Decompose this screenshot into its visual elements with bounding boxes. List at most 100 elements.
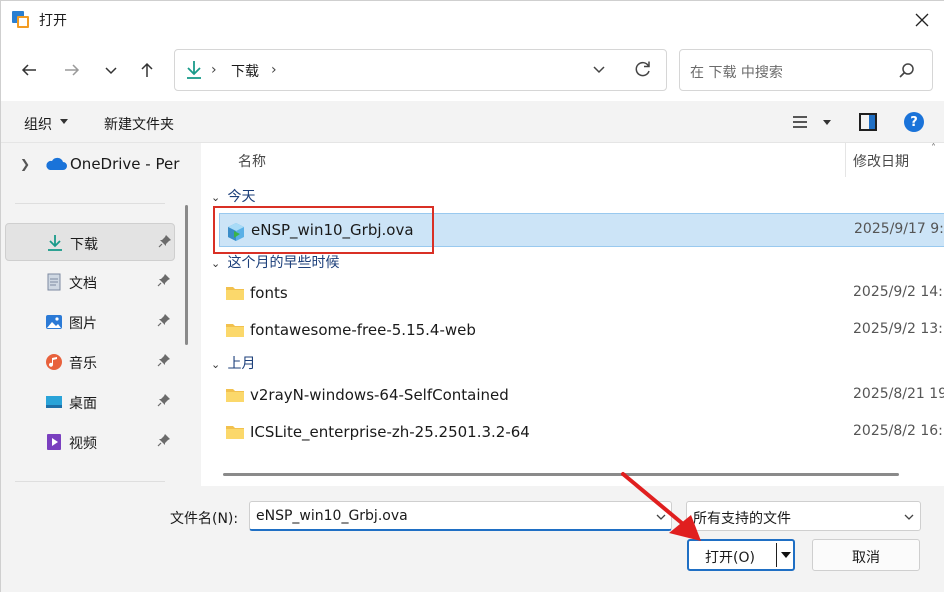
music-icon <box>46 354 62 370</box>
chevron-right-icon[interactable]: ❯ <box>20 157 30 171</box>
chevron-down-icon[interactable] <box>655 511 667 523</box>
sidebar-item-label: 文档 <box>69 276 97 292</box>
file-date: 2025/8/2 16: <box>853 423 943 439</box>
file-row[interactable]: ICSLite_enterprise-zh-25.2501.3.2-64 202… <box>219 416 944 450</box>
file-name: ICSLite_enterprise-zh-25.2501.3.2-64 <box>250 423 530 441</box>
sidebar-item-pictures[interactable]: 图片 <box>5 303 175 341</box>
back-button[interactable] <box>16 57 42 83</box>
group-header[interactable]: ⌄ 今天 <box>211 186 255 208</box>
file-list: 名称 修改日期 ˄ ⌄ 今天 eNSP_win10_Grbj.ova 2025/… <box>201 143 944 486</box>
dialog-footer: 文件名(N): eNSP_win10_Grbj.ova 所有支持的文件 打开(O… <box>1 486 944 592</box>
new-folder-button[interactable]: 新建文件夹 <box>104 114 174 134</box>
organize-button[interactable]: 组织 <box>24 114 52 134</box>
navigation-bar: › 下载 › 在 下载 中搜索 <box>1 39 944 101</box>
group-label: 上月 <box>227 356 256 372</box>
file-name: v2rayN-windows-64-SelfContained <box>250 386 509 404</box>
file-row[interactable]: fontawesome-free-5.15.4-web 2025/9/2 13: <box>219 314 944 348</box>
breadcrumb-folder[interactable]: 下载 <box>231 61 259 81</box>
column-header: 名称 修改日期 ˄ <box>201 143 944 177</box>
preview-pane-icon[interactable] <box>859 113 877 131</box>
sidebar-item-onedrive[interactable]: ❯ OneDrive - Per <box>1 151 197 179</box>
caret-down-icon <box>60 119 68 124</box>
sidebar-item-music[interactable]: 音乐 <box>5 343 175 381</box>
chevron-down-icon: ⌄ <box>211 358 221 371</box>
navigation-pane: ❯ OneDrive - Per 下载 文档 图片 音乐 桌面 视频 <box>1 143 197 486</box>
sidebar-item-label: 音乐 <box>69 356 97 372</box>
app-icon <box>12 11 29 28</box>
sidebar-item-label: OneDrive - Per <box>70 155 180 173</box>
up-button[interactable] <box>134 57 160 83</box>
address-dropdown-icon[interactable] <box>591 61 607 77</box>
file-row[interactable]: v2rayN-windows-64-SelfContained 2025/8/2… <box>219 379 944 413</box>
folder-icon <box>226 287 244 300</box>
sort-indicator-icon: ˄ <box>931 143 936 154</box>
help-icon[interactable]: ? <box>904 112 924 132</box>
sidebar-item-label: 视频 <box>69 436 97 452</box>
pin-icon <box>157 394 170 407</box>
video-icon <box>47 434 61 450</box>
search-input[interactable]: 在 下载 中搜索 <box>679 49 933 91</box>
breadcrumb-separator: › <box>271 62 277 78</box>
chevron-down-icon <box>105 67 117 75</box>
horizontal-scrollbar[interactable] <box>223 473 899 476</box>
sidebar-item-downloads[interactable]: 下载 <box>5 223 175 261</box>
folder-icon <box>226 389 244 402</box>
file-date: 2025/9/17 9: <box>854 221 944 237</box>
open-button-label: 打开(O) <box>705 550 755 566</box>
close-button[interactable] <box>909 9 935 31</box>
arrow-up-icon <box>141 62 153 77</box>
sidebar-scrollbar[interactable] <box>185 205 188 345</box>
pin-icon <box>158 235 171 248</box>
column-separator[interactable] <box>845 143 846 177</box>
filename-input[interactable]: eNSP_win10_Grbj.ova <box>249 501 672 531</box>
arrow-right-icon <box>65 64 80 76</box>
address-bar[interactable]: › 下载 › <box>174 49 667 91</box>
sidebar-item-videos[interactable]: 视频 <box>5 423 175 461</box>
open-button[interactable]: 打开(O) <box>687 539 795 571</box>
file-row[interactable]: fonts 2025/9/2 14: <box>219 277 944 311</box>
chevron-down-icon: ⌄ <box>211 257 221 270</box>
download-icon <box>48 235 62 251</box>
split-divider <box>776 543 777 567</box>
forward-button[interactable] <box>59 57 85 83</box>
cancel-button[interactable]: 取消 <box>812 539 920 571</box>
group-label: 今天 <box>227 189 256 205</box>
document-icon <box>47 273 61 291</box>
sidebar-item-label: 桌面 <box>69 396 97 412</box>
column-name[interactable]: 名称 <box>238 151 266 171</box>
search-icon <box>899 63 914 78</box>
group-header[interactable]: ⌄ 上月 <box>211 353 255 375</box>
sidebar-item-label: 下载 <box>70 237 98 253</box>
sidebar-item-documents[interactable]: 文档 <box>5 263 175 301</box>
group-header[interactable]: ⌄ 这个月的早些时候 <box>211 252 339 274</box>
pin-icon <box>157 314 170 327</box>
search-placeholder: 在 下载 中搜索 <box>690 65 783 81</box>
file-name: fonts <box>250 284 288 302</box>
group-label: 这个月的早些时候 <box>227 255 340 271</box>
pin-icon <box>157 434 170 447</box>
view-dropdown-icon[interactable] <box>823 120 831 125</box>
filetype-select[interactable]: 所有支持的文件 <box>686 501 921 531</box>
file-date: 2025/8/21 19 <box>853 386 944 402</box>
folder-icon <box>226 426 244 439</box>
column-date-modified[interactable]: 修改日期 <box>853 151 909 171</box>
view-options-icon[interactable] <box>792 115 808 129</box>
file-name: fontawesome-free-5.15.4-web <box>250 321 476 339</box>
chevron-down-icon <box>904 514 914 520</box>
annotation-highlight-box <box>213 206 434 254</box>
download-icon <box>187 61 201 79</box>
file-date: 2025/9/2 13: <box>853 321 943 337</box>
close-icon <box>915 13 929 27</box>
sidebar-item-label: 图片 <box>69 316 97 332</box>
breadcrumb-separator: › <box>211 62 217 78</box>
divider <box>15 481 165 482</box>
window-title: 打开 <box>39 13 67 29</box>
recent-locations-button[interactable] <box>98 57 124 83</box>
refresh-icon[interactable] <box>633 59 653 79</box>
filename-value: eNSP_win10_Grbj.ova <box>256 508 408 524</box>
file-date: 2025/9/2 14: <box>853 284 943 300</box>
sidebar-item-desktop[interactable]: 桌面 <box>5 383 175 421</box>
filetype-value: 所有支持的文件 <box>693 511 791 527</box>
open-dropdown-icon[interactable] <box>781 552 791 558</box>
chevron-down-icon: ⌄ <box>211 191 221 204</box>
